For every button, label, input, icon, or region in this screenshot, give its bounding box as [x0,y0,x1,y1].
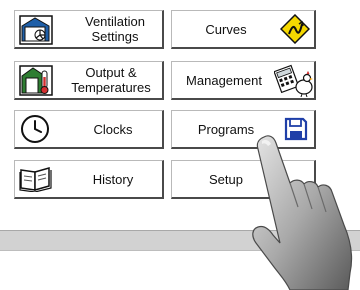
history-label: History [92,172,134,187]
history-button[interactable]: History [14,160,164,199]
curves-label: Curves [205,22,247,37]
open-book-icon [19,167,52,192]
ventilation-label-line2: Settings [91,29,139,44]
thermometer-house-icon [19,65,53,96]
clocks-label: Clocks [93,122,133,137]
calculator-chicken-icon [274,64,313,97]
output-temperatures-button[interactable]: Output & Temperatures [14,61,164,100]
clock-icon [21,115,49,143]
ventilation-settings-button[interactable]: Ventilation Settings [14,10,164,49]
ventilation-label-line1: Ventilation [85,14,145,29]
output-label-line1: Output & [85,65,137,80]
fan-house-icon [19,15,53,45]
output-label-line2: Temperatures [71,80,151,95]
management-button[interactable]: Management [171,61,316,100]
pointing-hand-icon [252,135,353,290]
warning-curve-icon [280,14,310,44]
curves-button[interactable]: Curves [171,10,316,49]
clocks-button[interactable]: Clocks [14,110,164,149]
management-label: Management [186,73,262,88]
touchscreen: Ventilation Settings Curves Output & Tem… [0,0,360,290]
